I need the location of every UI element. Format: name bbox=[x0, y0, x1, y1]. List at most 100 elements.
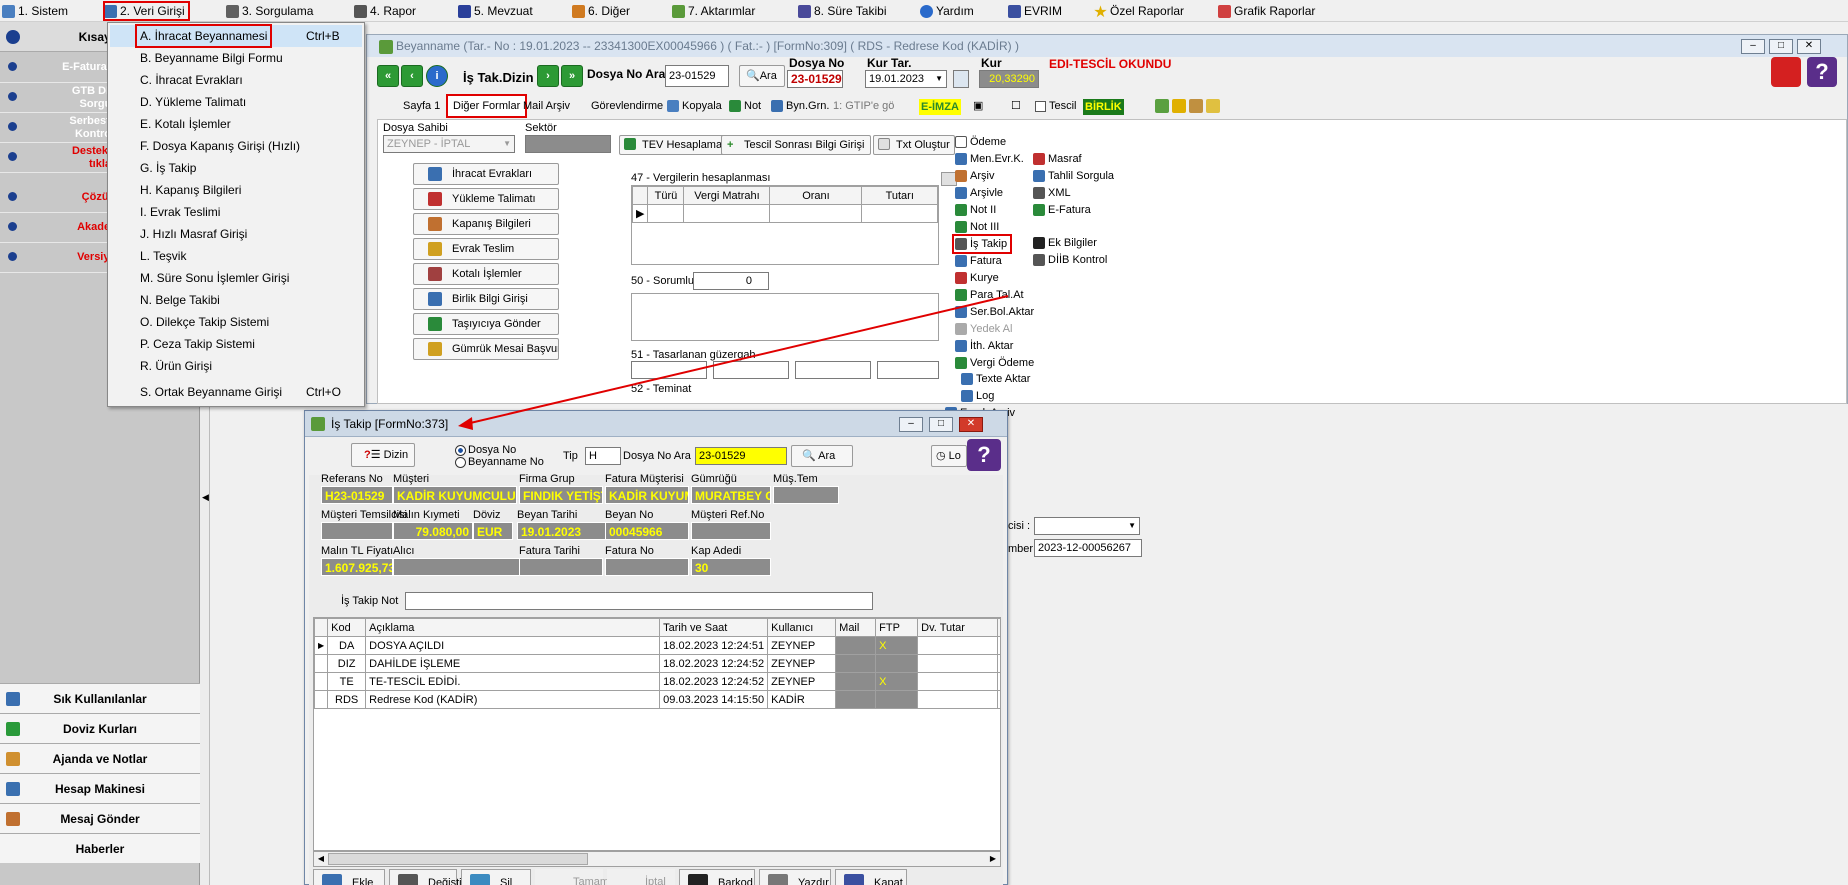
toolbar-cancel-button[interactable]: İptal bbox=[607, 869, 675, 885]
left-btn-0[interactable]: İhracat Evrakları bbox=[413, 163, 559, 185]
table-row[interactable]: DIZ DAHİLDE İŞLEME 18.02.2023 12:24:52 ZEYN… bbox=[314, 654, 1000, 673]
left-btn-7[interactable]: Gümrük Mesai Başvuru bbox=[413, 338, 559, 360]
tev-hesaplama-button[interactable]: TEV Hesaplama bbox=[619, 135, 729, 155]
table-row[interactable]: ▶ DA DOSYA AÇILDI 18.02.2023 12:24:51 ZEYNEP… bbox=[314, 636, 1000, 655]
col-5[interactable]: FTP bbox=[875, 618, 919, 637]
not-button[interactable]: Not bbox=[729, 95, 761, 117]
left-btn-4[interactable]: Kotalı İşlemler bbox=[413, 263, 559, 285]
tescil-checkbox[interactable]: Tescil bbox=[1035, 95, 1077, 117]
byn-grn-button[interactable]: Byn.Grn. bbox=[771, 95, 829, 117]
monitor-icon[interactable]: ▣ bbox=[973, 95, 983, 117]
left-btn-2[interactable]: Kapanış Bilgileri bbox=[413, 213, 559, 235]
menu-aktarimlar[interactable]: 7. Aktarımlar bbox=[672, 2, 755, 20]
dropdown-item-12[interactable]: N. Belge Takibi bbox=[110, 289, 362, 311]
bell-icon[interactable] bbox=[1771, 57, 1801, 87]
right-action-7[interactable]: Fatura bbox=[955, 252, 1002, 270]
toolbar-barcode-button[interactable]: Barkod bbox=[679, 869, 755, 885]
col-1[interactable]: Açıklama bbox=[365, 618, 661, 637]
first-record-button[interactable]: « bbox=[377, 65, 399, 87]
tip-field[interactable]: H bbox=[585, 447, 621, 465]
sidebar-bottom-currency[interactable]: Doviz Kurları bbox=[0, 713, 200, 743]
dosya-sahibi-select[interactable]: ZEYNEP - İPTAL ▼ bbox=[383, 135, 515, 153]
maximize-button[interactable]: □ bbox=[929, 417, 953, 432]
dosya-no-ara-input[interactable]: 23-01529 bbox=[695, 447, 787, 465]
table-row[interactable]: RDS Redrese Kod (KADİR) 09.03.2023 14:15:5… bbox=[314, 690, 1000, 709]
dropdown-item-3[interactable]: D. Yükleme Talimatı bbox=[110, 91, 362, 113]
close-button[interactable]: ✕ bbox=[959, 417, 983, 432]
col-6[interactable]: Dv. Tutar bbox=[917, 618, 999, 637]
menu-sure-takibi[interactable]: 8. Süre Takibi bbox=[798, 2, 887, 20]
col-2[interactable]: Tarih ve Saat bbox=[659, 618, 769, 637]
toolbar-add-button[interactable]: Ekle bbox=[313, 869, 385, 885]
menu-yardim[interactable]: Yardım bbox=[920, 2, 974, 20]
dropdown-item-2[interactable]: C. İhracat Evrakları bbox=[110, 69, 362, 91]
dropdown-item-1[interactable]: B. Beyanname Bilgi Formu bbox=[110, 47, 362, 69]
toolbar-printer-button[interactable]: Yazdır bbox=[759, 869, 831, 885]
dropdown-item-8[interactable]: I. Evrak Teslimi bbox=[110, 201, 362, 223]
right-action-6[interactable]: İş Takip bbox=[951, 234, 1013, 254]
tescil-sonrasi-button[interactable]: + Tescil Sonrası Bilgi Girişi bbox=[721, 135, 871, 155]
right-action-2[interactable]: Arşiv bbox=[955, 167, 994, 185]
col-0[interactable]: Kod bbox=[327, 618, 367, 637]
table-row[interactable]: TE TE-TESCİL EDİDİ. 18.02.2023 12:24:52 ZEY… bbox=[314, 672, 1000, 691]
gtip-select[interactable]: 1: GTIP'e gö bbox=[833, 95, 894, 117]
dropdown-item-4[interactable]: E. Kotalı İşlemler bbox=[110, 113, 362, 135]
dropdown-item-15[interactable]: R. Ürün Girişi bbox=[110, 355, 362, 377]
radio-beyanname-no[interactable]: Beyanname No bbox=[455, 456, 544, 468]
guzergah-field-1[interactable] bbox=[631, 361, 707, 379]
dropdown-item-10[interactable]: L. Teşvik bbox=[110, 245, 362, 267]
next-record-button[interactable]: › bbox=[537, 65, 559, 87]
dropdown-item-7[interactable]: H. Kapanış Bilgileri bbox=[110, 179, 362, 201]
toolbar-icons[interactable] bbox=[1155, 95, 1223, 117]
info-button[interactable]: i bbox=[426, 65, 448, 87]
log-button[interactable]: ◷ Lo bbox=[931, 445, 967, 467]
right-action-14[interactable]: Texte Aktar bbox=[961, 370, 1030, 388]
ara-button[interactable]: 🔍Ara bbox=[739, 65, 785, 87]
menu-grafik-raporlar[interactable]: Grafik Raporlar bbox=[1218, 2, 1315, 20]
tab-diger-formlar[interactable]: Diğer Formlar bbox=[445, 94, 528, 118]
menu-sistem[interactable]: 1. Sistem bbox=[2, 2, 68, 20]
guzergah-field-2[interactable] bbox=[713, 361, 789, 379]
right-action-9[interactable]: Para Tal.At bbox=[955, 286, 1024, 304]
tab-gorevlendirme[interactable]: Görevlendirme bbox=[591, 95, 663, 117]
search-doc-icon[interactable]: ☐ bbox=[1011, 95, 1021, 117]
minimize-button[interactable]: – bbox=[899, 417, 923, 432]
radio-dosya-no[interactable]: Dosya No bbox=[455, 444, 516, 456]
menu-evrim[interactable]: EVRIM bbox=[1008, 2, 1062, 20]
toolbar-ok-button[interactable]: Tamam bbox=[535, 869, 609, 885]
right-action-11[interactable]: Yedek Al bbox=[955, 320, 1012, 338]
sidebar-bottom-message[interactable]: Mesaj Gönder bbox=[0, 803, 200, 833]
dropdown-item-11[interactable]: M. Süre Sonu İşlemler Girişi bbox=[110, 267, 362, 289]
menu-mevzuat[interactable]: 5. Mevzuat bbox=[458, 2, 533, 20]
right-action2-0[interactable]: Masraf bbox=[1033, 150, 1082, 168]
col-4[interactable]: Mail bbox=[835, 618, 877, 637]
scroll-right-icon[interactable]: ▶ bbox=[986, 852, 1000, 866]
left-btn-1[interactable]: Yükleme Talimatı bbox=[413, 188, 559, 210]
col-7[interactable]: No bbox=[997, 618, 1000, 637]
is-takip-grid[interactable]: Kod Açıklama Tarih ve Saat Kullanıcı Mail FTP… bbox=[313, 617, 1001, 851]
last-record-button[interactable]: » bbox=[561, 65, 583, 87]
right-action-12[interactable]: İth. Aktar bbox=[955, 337, 1013, 355]
dropdown-item-13[interactable]: O. Dilekçe Takip Sistemi bbox=[110, 311, 362, 333]
right-action2-1[interactable]: Tahlil Sorgula bbox=[1033, 167, 1114, 185]
sidebar-bottom-agenda[interactable]: Ajanda ve Notlar bbox=[0, 743, 200, 773]
dosya-no-ara-input[interactable]: 23-01529 bbox=[665, 65, 729, 87]
right-action-15[interactable]: Log bbox=[961, 387, 994, 405]
right-action2-5[interactable]: DİİB Kontrol bbox=[1033, 251, 1107, 269]
toolbar-delete-button[interactable]: Sil bbox=[461, 869, 531, 885]
close-button[interactable]: ✕ bbox=[1797, 39, 1821, 54]
toolbar-edit-button[interactable]: Değiştir bbox=[389, 869, 465, 885]
kopyala-button[interactable]: Kopyala bbox=[667, 95, 722, 117]
guzergah-field-3[interactable] bbox=[795, 361, 871, 379]
sidebar-bottom-news[interactable]: Haberler bbox=[0, 833, 200, 863]
vergi-grid[interactable]: Türü Vergi Matrahı Oranı Tutarı ▶ bbox=[631, 185, 939, 265]
right-action-0[interactable]: Ödeme bbox=[955, 133, 1006, 151]
birlik-badge[interactable]: BİRLİK bbox=[1083, 99, 1124, 115]
right-action-4[interactable]: Not II bbox=[955, 201, 996, 219]
prev-record-button[interactable]: ‹ bbox=[401, 65, 423, 87]
dropdown-item-0[interactable]: A. İhracat Beyannamesi Ctrl+B bbox=[110, 24, 362, 48]
dropdown-item-6[interactable]: G. İş Takip bbox=[110, 157, 362, 179]
right-action2-4[interactable]: Ek Bilgiler bbox=[1033, 234, 1097, 252]
right-action-3[interactable]: Arşivle bbox=[955, 184, 1003, 202]
sidebar-bottom-calculator[interactable]: Hesap Makinesi bbox=[0, 773, 200, 803]
